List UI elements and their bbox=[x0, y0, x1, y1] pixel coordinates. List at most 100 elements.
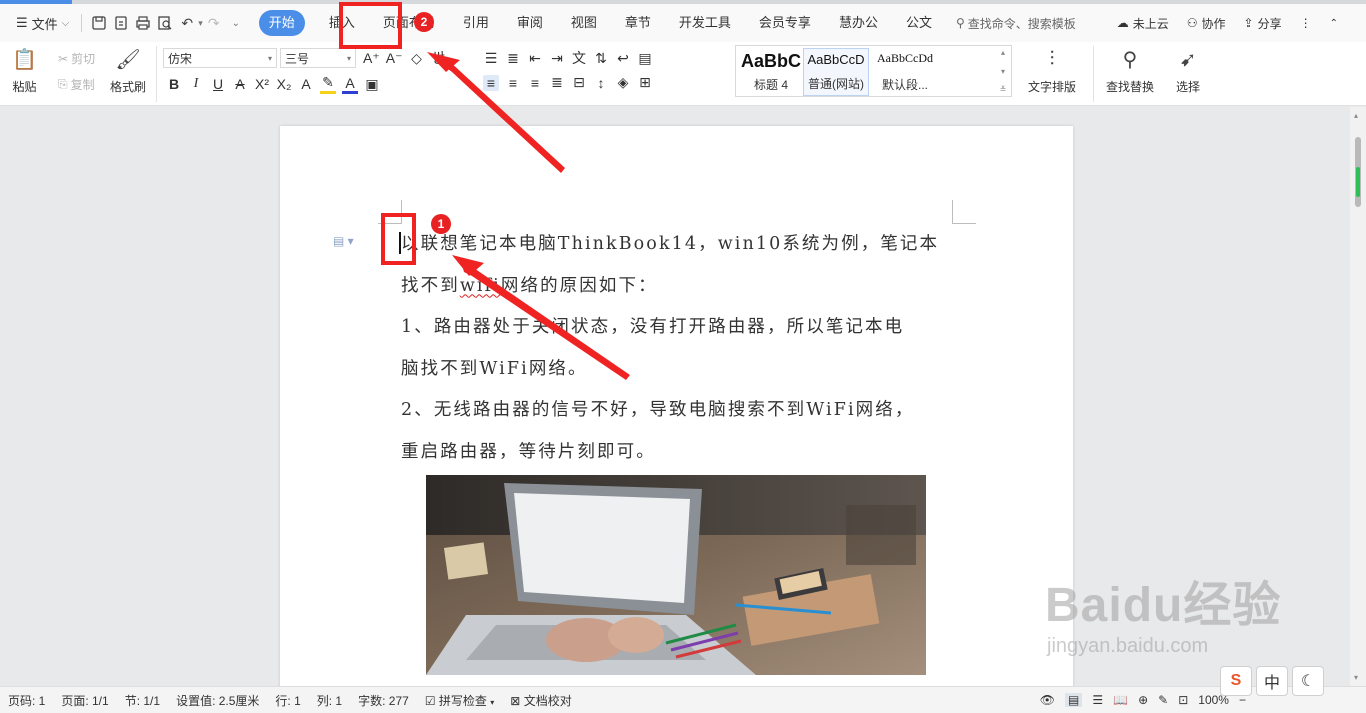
reading-view-icon[interactable]: 📖 bbox=[1113, 693, 1128, 707]
distributed-icon[interactable]: ⊟ bbox=[571, 74, 587, 91]
proofread-icon: ⊠ bbox=[510, 693, 521, 708]
eye-protection-icon[interactable]: 👁 bbox=[1040, 693, 1055, 707]
customize-quick-access-icon[interactable]: ⌄ bbox=[225, 12, 247, 34]
proofread-button[interactable]: ⊠ 文档校对 bbox=[502, 692, 579, 709]
redo-icon[interactable]: ↷ bbox=[203, 12, 225, 34]
write-mode-icon[interactable]: ✎ bbox=[1158, 693, 1168, 707]
increase-indent-icon[interactable]: ⇥ bbox=[549, 50, 565, 67]
scroll-down-icon[interactable]: ▾ bbox=[1354, 673, 1358, 682]
web-view-icon[interactable]: ⊕ bbox=[1138, 693, 1148, 707]
highlight-icon[interactable]: ✎ bbox=[320, 74, 336, 94]
ribbon-toolbar: 📋 粘贴 ✂ 剪切 ⎘ 复制 🖌 格式刷 仿宋 ▾ 三号 ▾ A⁺ A⁻ ◇ 쌍 bbox=[0, 42, 1366, 106]
style-sample: AaBbC bbox=[740, 51, 801, 71]
line-break-icon[interactable]: ↩ bbox=[615, 50, 631, 67]
text-layout-button[interactable]: ⫶ 文字排版 bbox=[1028, 46, 1076, 95]
proofread-label: 文档校对 bbox=[523, 693, 572, 708]
underline-icon[interactable]: U bbox=[210, 76, 226, 92]
document-body[interactable]: 以联想笔记本电脑ThinkBook14，win10系统为例，笔记本 找不到wif… bbox=[401, 224, 961, 473]
styles-scroll-buttons[interactable]: ▴ ▾ ≚ bbox=[997, 48, 1009, 94]
laptop-photo[interactable] bbox=[426, 475, 926, 675]
scroll-position-marker bbox=[1356, 167, 1360, 197]
vertical-scrollbar[interactable]: ▴ ▾ bbox=[1350, 107, 1366, 686]
more-options-icon[interactable]: ⋮ bbox=[1294, 16, 1318, 30]
tab-home[interactable]: 开始 bbox=[258, 10, 305, 36]
chevron-down-icon: ▾ bbox=[490, 697, 495, 707]
numbered-list-icon[interactable]: ≣ bbox=[505, 50, 521, 67]
chinese-layout-icon[interactable]: 文 bbox=[571, 48, 587, 68]
status-setting[interactable]: 设置值: 2.5厘米 bbox=[168, 692, 267, 709]
tab-view[interactable]: 视图 bbox=[557, 10, 611, 36]
outline-view-icon[interactable]: ☰ bbox=[1092, 693, 1103, 707]
subscript-icon[interactable]: X₂ bbox=[276, 76, 292, 92]
spell-check-button[interactable]: ☑ 拼写检查 ▾ bbox=[417, 692, 502, 709]
scroll-up-icon[interactable]: ▴ bbox=[1354, 111, 1358, 120]
file-menu-button[interactable]: ☰ 文件 ⌵ bbox=[10, 9, 75, 37]
export-pdf-icon[interactable] bbox=[110, 12, 132, 34]
shrink-font-icon[interactable]: A⁻ bbox=[386, 50, 403, 67]
undo-icon[interactable]: ↶ bbox=[176, 12, 198, 34]
status-section[interactable]: 节: 1/1 bbox=[117, 692, 168, 709]
tab-review[interactable]: 审阅 bbox=[503, 10, 557, 36]
phonetic-guide-icon[interactable]: 쌍 bbox=[430, 48, 446, 68]
char-border-icon[interactable]: ▣ bbox=[364, 76, 380, 93]
tab-section[interactable]: 章节 bbox=[611, 10, 665, 36]
table-line-icon[interactable]: ▤ bbox=[637, 50, 653, 67]
share-icon: ⇪ bbox=[1243, 16, 1254, 30]
style-normal-web[interactable]: AaBbCcD 普通(网站) bbox=[803, 48, 869, 96]
page-view-icon[interactable]: ▤ bbox=[1065, 693, 1083, 707]
print-preview-icon[interactable] bbox=[154, 12, 176, 34]
sogou-logo-icon[interactable]: S bbox=[1220, 666, 1252, 696]
print-icon[interactable] bbox=[132, 12, 154, 34]
tab-smart-office[interactable]: 慧办公 bbox=[825, 10, 892, 36]
share-button[interactable]: ⇪ 分享 bbox=[1238, 15, 1288, 32]
tab-member[interactable]: 会员专享 bbox=[745, 10, 825, 36]
cut-button[interactable]: ✂ 剪切 bbox=[58, 50, 95, 67]
fit-page-icon[interactable]: ⊡ bbox=[1178, 693, 1188, 707]
status-pages[interactable]: 页面: 1/1 bbox=[53, 692, 116, 709]
format-painter-button[interactable]: 🖌 格式刷 bbox=[110, 46, 146, 95]
status-word-count[interactable]: 字数: 277 bbox=[350, 692, 417, 709]
bullet-list-icon[interactable]: ☰ bbox=[483, 50, 499, 67]
strikethrough-icon[interactable]: A bbox=[232, 76, 248, 92]
cloud-status-button[interactable]: ☁ 未上云 bbox=[1111, 15, 1175, 32]
align-right-icon[interactable]: ≡ bbox=[527, 75, 543, 91]
sort-icon[interactable]: ⇅ bbox=[593, 50, 609, 67]
status-col[interactable]: 列: 1 bbox=[309, 692, 350, 709]
status-row[interactable]: 行: 1 bbox=[267, 692, 308, 709]
line-spacing-icon[interactable]: ↕ bbox=[593, 75, 609, 91]
select-button[interactable]: ➹ 选择 bbox=[1176, 46, 1200, 95]
command-search[interactable]: ⚲ 查找命令、搜索模板 bbox=[956, 15, 1076, 32]
collapse-ribbon-icon[interactable]: ⌃ bbox=[1324, 18, 1344, 29]
grow-font-icon[interactable]: A⁺ bbox=[363, 50, 380, 67]
ime-language-toggle[interactable]: 中 bbox=[1256, 666, 1288, 696]
font-name-value: 仿宋 bbox=[168, 51, 193, 66]
status-page[interactable]: 页码: 1 bbox=[0, 692, 53, 709]
italic-icon[interactable]: I bbox=[188, 76, 204, 92]
font-size-value: 三号 bbox=[285, 51, 310, 66]
copy-button[interactable]: ⎘ 复制 bbox=[58, 76, 95, 93]
align-left-icon[interactable]: ≡ bbox=[483, 74, 499, 91]
paragraph-handle-icon[interactable]: ▤ ▾ bbox=[333, 234, 354, 248]
cooperate-button[interactable]: ⚇ 协作 bbox=[1181, 15, 1232, 32]
bold-icon[interactable]: B bbox=[166, 76, 182, 92]
align-center-icon[interactable]: ≡ bbox=[505, 75, 521, 91]
paste-button[interactable]: 📋 粘贴 bbox=[12, 46, 37, 95]
shading-icon[interactable]: ◈ bbox=[615, 74, 631, 91]
tab-official-doc[interactable]: 公文 bbox=[892, 10, 946, 36]
tab-references[interactable]: 引用 bbox=[449, 10, 503, 36]
borders-icon[interactable]: ⊞ bbox=[637, 74, 653, 91]
night-mode-icon[interactable]: ☾ bbox=[1292, 666, 1324, 696]
text-effect-icon[interactable]: A bbox=[298, 76, 314, 92]
style-default-paragraph[interactable]: AaBbCcDd 默认段... bbox=[869, 48, 941, 96]
tab-developer[interactable]: 开发工具 bbox=[665, 10, 745, 36]
clear-format-icon[interactable]: ◇ bbox=[408, 50, 424, 67]
find-replace-button[interactable]: ⚲ 查找替换 bbox=[1106, 46, 1154, 95]
font-color-icon[interactable]: A bbox=[342, 75, 358, 94]
style-heading4[interactable]: AaBbC 标题 4 bbox=[738, 48, 804, 96]
justify-icon[interactable]: ≣ bbox=[549, 74, 565, 91]
save-icon[interactable] bbox=[88, 12, 110, 34]
decrease-indent-icon[interactable]: ⇤ bbox=[527, 50, 543, 67]
superscript-icon[interactable]: X² bbox=[254, 76, 270, 92]
font-name-select[interactable]: 仿宋 ▾ bbox=[163, 48, 277, 68]
font-size-select[interactable]: 三号 ▾ bbox=[280, 48, 356, 68]
